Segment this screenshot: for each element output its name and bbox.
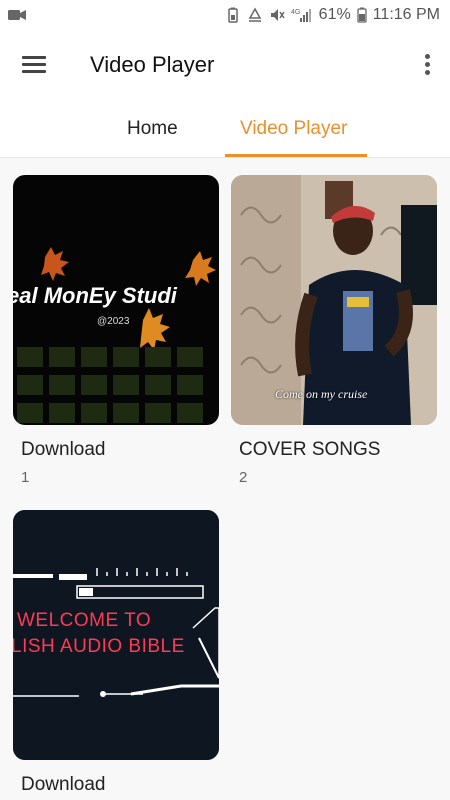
status-bar: 4G 61% 11:16 PM: [0, 0, 450, 32]
thumbnail-text-line1: WELCOME TO: [17, 610, 152, 631]
folder-thumbnail[interactable]: Come on my cruise: [231, 175, 437, 425]
status-icons: 4G 61% 11:16 PM: [225, 6, 440, 24]
tab-video-player[interactable]: Video Player: [240, 118, 347, 140]
hamburger-menu-icon[interactable]: [22, 54, 48, 76]
recycle-icon: [248, 7, 261, 22]
battery-saver-icon: [227, 7, 238, 23]
battery-icon: [357, 7, 367, 23]
thumbnail-caption: Come on my cruise: [275, 387, 368, 401]
app-title: Video Player: [90, 52, 215, 77]
more-vertical-icon[interactable]: [422, 52, 432, 78]
clock: 11:16 PM: [372, 6, 440, 23]
active-tab-indicator: [225, 154, 367, 157]
app-bar: Video Player: [0, 32, 450, 100]
folder-thumbnail[interactable]: eal MonEy Studi @2023: [13, 175, 219, 425]
folder-card[interactable]: Come on my cruise COVER SONGS 2: [231, 175, 437, 486]
folder-title: Download: [21, 439, 106, 460]
thumbnail-subtext: @2023: [97, 316, 130, 327]
thumbnail-text-line2: LISH AUDIO BIBLE: [13, 636, 185, 657]
folder-card[interactable]: eal MonEy Studi @2023 Download 1: [13, 175, 219, 486]
mute-icon: [270, 9, 285, 21]
folder-count: 1: [21, 469, 30, 486]
signal-icon: 4G: [291, 9, 311, 22]
network-type: 4G: [291, 9, 300, 16]
folder-count: 2: [239, 469, 248, 486]
folder-title: COVER SONGS: [239, 439, 381, 460]
thumbnail-text: eal MonEy Studi: [13, 283, 177, 308]
folder-thumbnail[interactable]: WELCOME TO LISH AUDIO BIBLE: [13, 510, 219, 760]
video-camera-icon: [8, 10, 26, 20]
tab-bar: Home Video Player: [0, 100, 450, 158]
folder-grid: eal MonEy Studi @2023 Download 1 Come on…: [0, 158, 450, 800]
tab-home[interactable]: Home: [127, 118, 178, 140]
battery-percent: 61%: [318, 6, 351, 23]
folder-title: Download: [21, 774, 106, 795]
thumbnail-artwork: [13, 510, 219, 760]
folder-card[interactable]: WELCOME TO LISH AUDIO BIBLE Download: [13, 510, 219, 796]
